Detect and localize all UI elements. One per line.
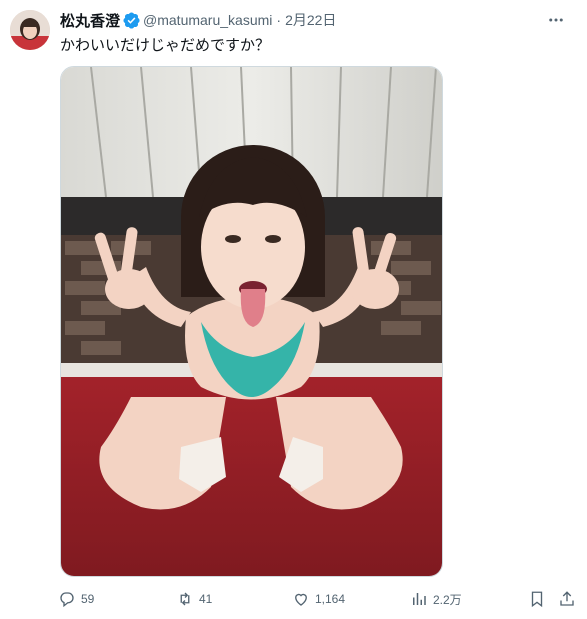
tweet-date[interactable]: 2月22日 (285, 10, 336, 30)
tweet-header: 松丸香澄 @matumaru_kasumi · 2月22日 (60, 10, 336, 30)
repost-icon (180, 592, 190, 606)
repost-button[interactable]: 41 (176, 588, 212, 610)
tweet-text: かわいいだけじゃだめですか？ (60, 37, 271, 54)
bookmark-button[interactable] (528, 588, 551, 610)
tweet-card[interactable]: 松丸香澄 @matumaru_kasumi · 2月22日 かわいいだけじゃだめ… (0, 0, 587, 619)
display-name[interactable]: 松丸香澄 (60, 10, 120, 31)
like-icon (295, 593, 307, 606)
more-options-icon[interactable] (545, 10, 567, 30)
avatar[interactable] (10, 10, 50, 50)
view-count: 2.2万 (433, 592, 462, 607)
bookmark-icon (531, 591, 543, 608)
repost-count: 41 (199, 592, 213, 606)
author-handle[interactable]: @matumaru_kasumi (143, 12, 272, 28)
views-icon (413, 593, 426, 605)
tweet-media-photo[interactable] (60, 66, 443, 577)
verified-badge-icon (123, 11, 140, 29)
like-count: 1,164 (315, 592, 346, 606)
share-icon (560, 591, 574, 606)
reply-icon (60, 592, 74, 608)
reply-button[interactable]: 59 (58, 588, 94, 610)
tweet-actions-bar: 59 41 1,164 2.2万 (58, 588, 583, 610)
share-button[interactable] (558, 588, 581, 610)
reply-count: 59 (81, 592, 95, 606)
separator-dot: · (276, 12, 282, 28)
like-button[interactable]: 1,164 (292, 588, 345, 610)
views-button[interactable]: 2.2万 (410, 588, 462, 610)
